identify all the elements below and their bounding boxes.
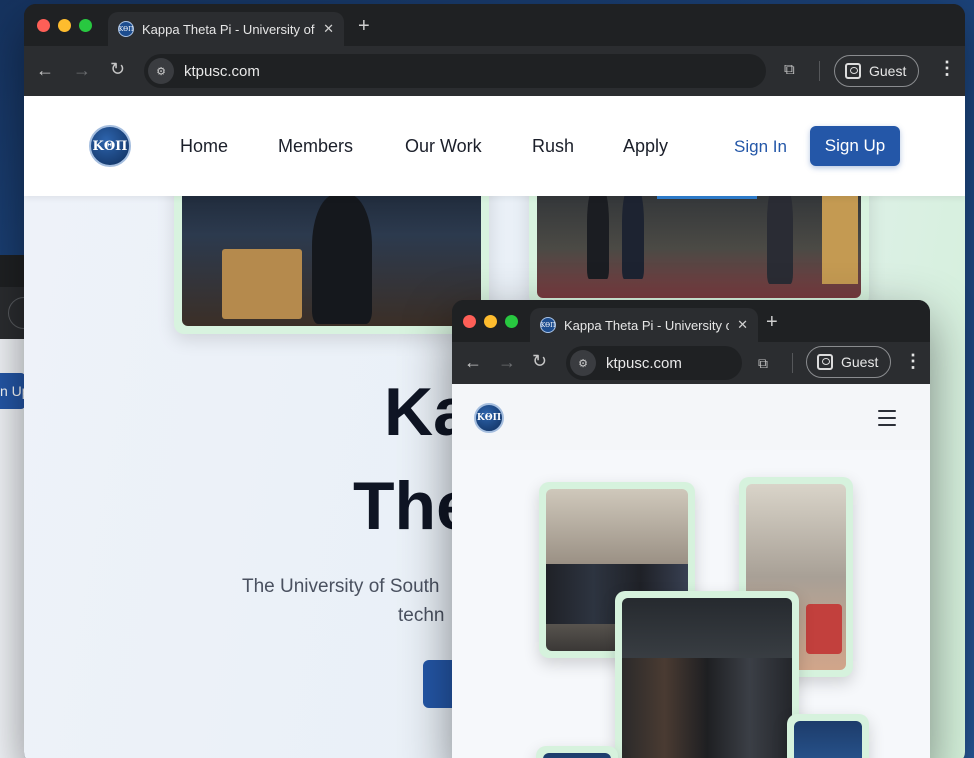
sign-in-link[interactable]: Sign In [734,137,787,157]
nav-link-rush[interactable]: Rush [532,136,574,157]
guest-profile-button[interactable]: Guest [834,55,920,87]
url-text: ktpusc.com [184,62,260,80]
maximize-window-button[interactable] [79,19,92,32]
hero-subtitle-line-2: techn [398,605,445,626]
mobile-guest-label: Guest [841,354,879,370]
new-tab-button[interactable]: + [358,14,370,38]
sign-up-button[interactable]: Sign Up [810,126,900,166]
mobile-guest-profile-button[interactable]: Guest [806,346,892,378]
forward-arrow-icon[interactable]: → [73,60,91,80]
close-window-button[interactable] [37,19,50,32]
nav-link-apply[interactable]: Apply [623,136,668,157]
logo-text: ΚΘΠ [92,138,128,154]
site-navbar: ΚΘΠ Home Members Our Work Rush Apply Sig… [24,96,965,196]
mobile-profile-icon [817,354,833,370]
nav-link-home[interactable]: Home [180,136,228,157]
mobile-toolbar: ← → ↻ ⚙ ktpusc.com ⧉ Guest ⋮ [452,342,930,384]
hero-subtitle-line-1: The University of South [242,576,440,597]
toolbar-separator [819,61,820,81]
mobile-maximize-window-button[interactable] [505,315,518,328]
mobile-active-tab[interactable]: ΚΘΠ Kappa Theta Pi - University of ✕ [530,308,758,342]
mobile-toolbar-separator [792,353,793,373]
back-arrow-icon[interactable]: ← [36,60,54,80]
mobile-photo-stage [794,721,862,758]
mobile-url-text: ktpusc.com [606,354,682,372]
background-signup-button[interactable]: n Up [0,373,25,409]
close-tab-icon[interactable]: ✕ [323,21,334,37]
mobile-site-logo[interactable]: ΚΘΠ [474,403,504,433]
mobile-close-window-button[interactable] [463,315,476,328]
hamburger-icon[interactable] [878,410,896,431]
site-settings-icon[interactable]: ⚙ [148,58,174,84]
mobile-address-bar[interactable]: ⚙ ktpusc.com [566,346,742,380]
mobile-new-tab-button[interactable]: + [766,310,778,334]
mobile-website-page: ΚΘΠ [452,384,930,758]
ktp-favicon-icon: ΚΘΠ [118,21,134,37]
profile-icon [845,63,861,79]
menu-kebab-icon[interactable]: ⋮ [938,58,956,79]
mobile-photo-bottom [543,753,611,758]
mobile-forward-arrow-icon[interactable]: → [498,352,516,372]
mobile-browser-window: ΚΘΠ Kappa Theta Pi - University of ✕ + ←… [452,300,930,758]
mobile-tabbar: ΚΘΠ Kappa Theta Pi - University of ✕ + [452,300,930,342]
mobile-back-arrow-icon[interactable]: ← [464,352,482,372]
mobile-site-header: ΚΘΠ [452,384,930,450]
mobile-minimize-window-button[interactable] [484,315,497,328]
mobile-site-settings-icon[interactable]: ⚙ [570,350,596,376]
mobile-photo-bottom-frame [536,746,618,758]
mobile-photo-team [622,598,792,758]
mobile-close-tab-icon[interactable]: ✕ [737,317,748,333]
tab-title: Kappa Theta Pi - University of [142,21,315,37]
site-logo[interactable]: ΚΘΠ [89,125,131,167]
mobile-menu-kebab-icon[interactable]: ⋮ [904,351,922,372]
hero-photo-speaker [182,174,481,326]
address-bar[interactable]: ⚙ ktpusc.com [144,54,766,88]
mobile-tab-title: Kappa Theta Pi - University of [564,317,730,333]
nav-link-our-work[interactable]: Our Work [405,136,482,157]
active-tab[interactable]: ΚΘΠ Kappa Theta Pi - University of ✕ [108,12,344,46]
guest-label: Guest [869,63,907,79]
mobile-cast-search-icon[interactable]: ⧉ [758,353,768,373]
mobile-photo-stage-frame [787,714,869,758]
mobile-photo-team-frame [615,591,799,758]
ktp-favicon-icon: ΚΘΠ [540,317,556,333]
mobile-reload-icon[interactable]: ↻ [532,351,547,371]
main-tabbar: ΚΘΠ Kappa Theta Pi - University of ✕ + [24,4,965,46]
nav-link-members[interactable]: Members [278,136,353,157]
mobile-logo-text: ΚΘΠ [476,413,502,423]
main-toolbar: ← → ↻ ⚙ ktpusc.com ⧉ Guest ⋮ [24,46,965,96]
reload-icon[interactable]: ↻ [110,59,125,79]
minimize-window-button[interactable] [58,19,71,32]
cast-search-icon[interactable]: ⧉ [784,60,795,80]
